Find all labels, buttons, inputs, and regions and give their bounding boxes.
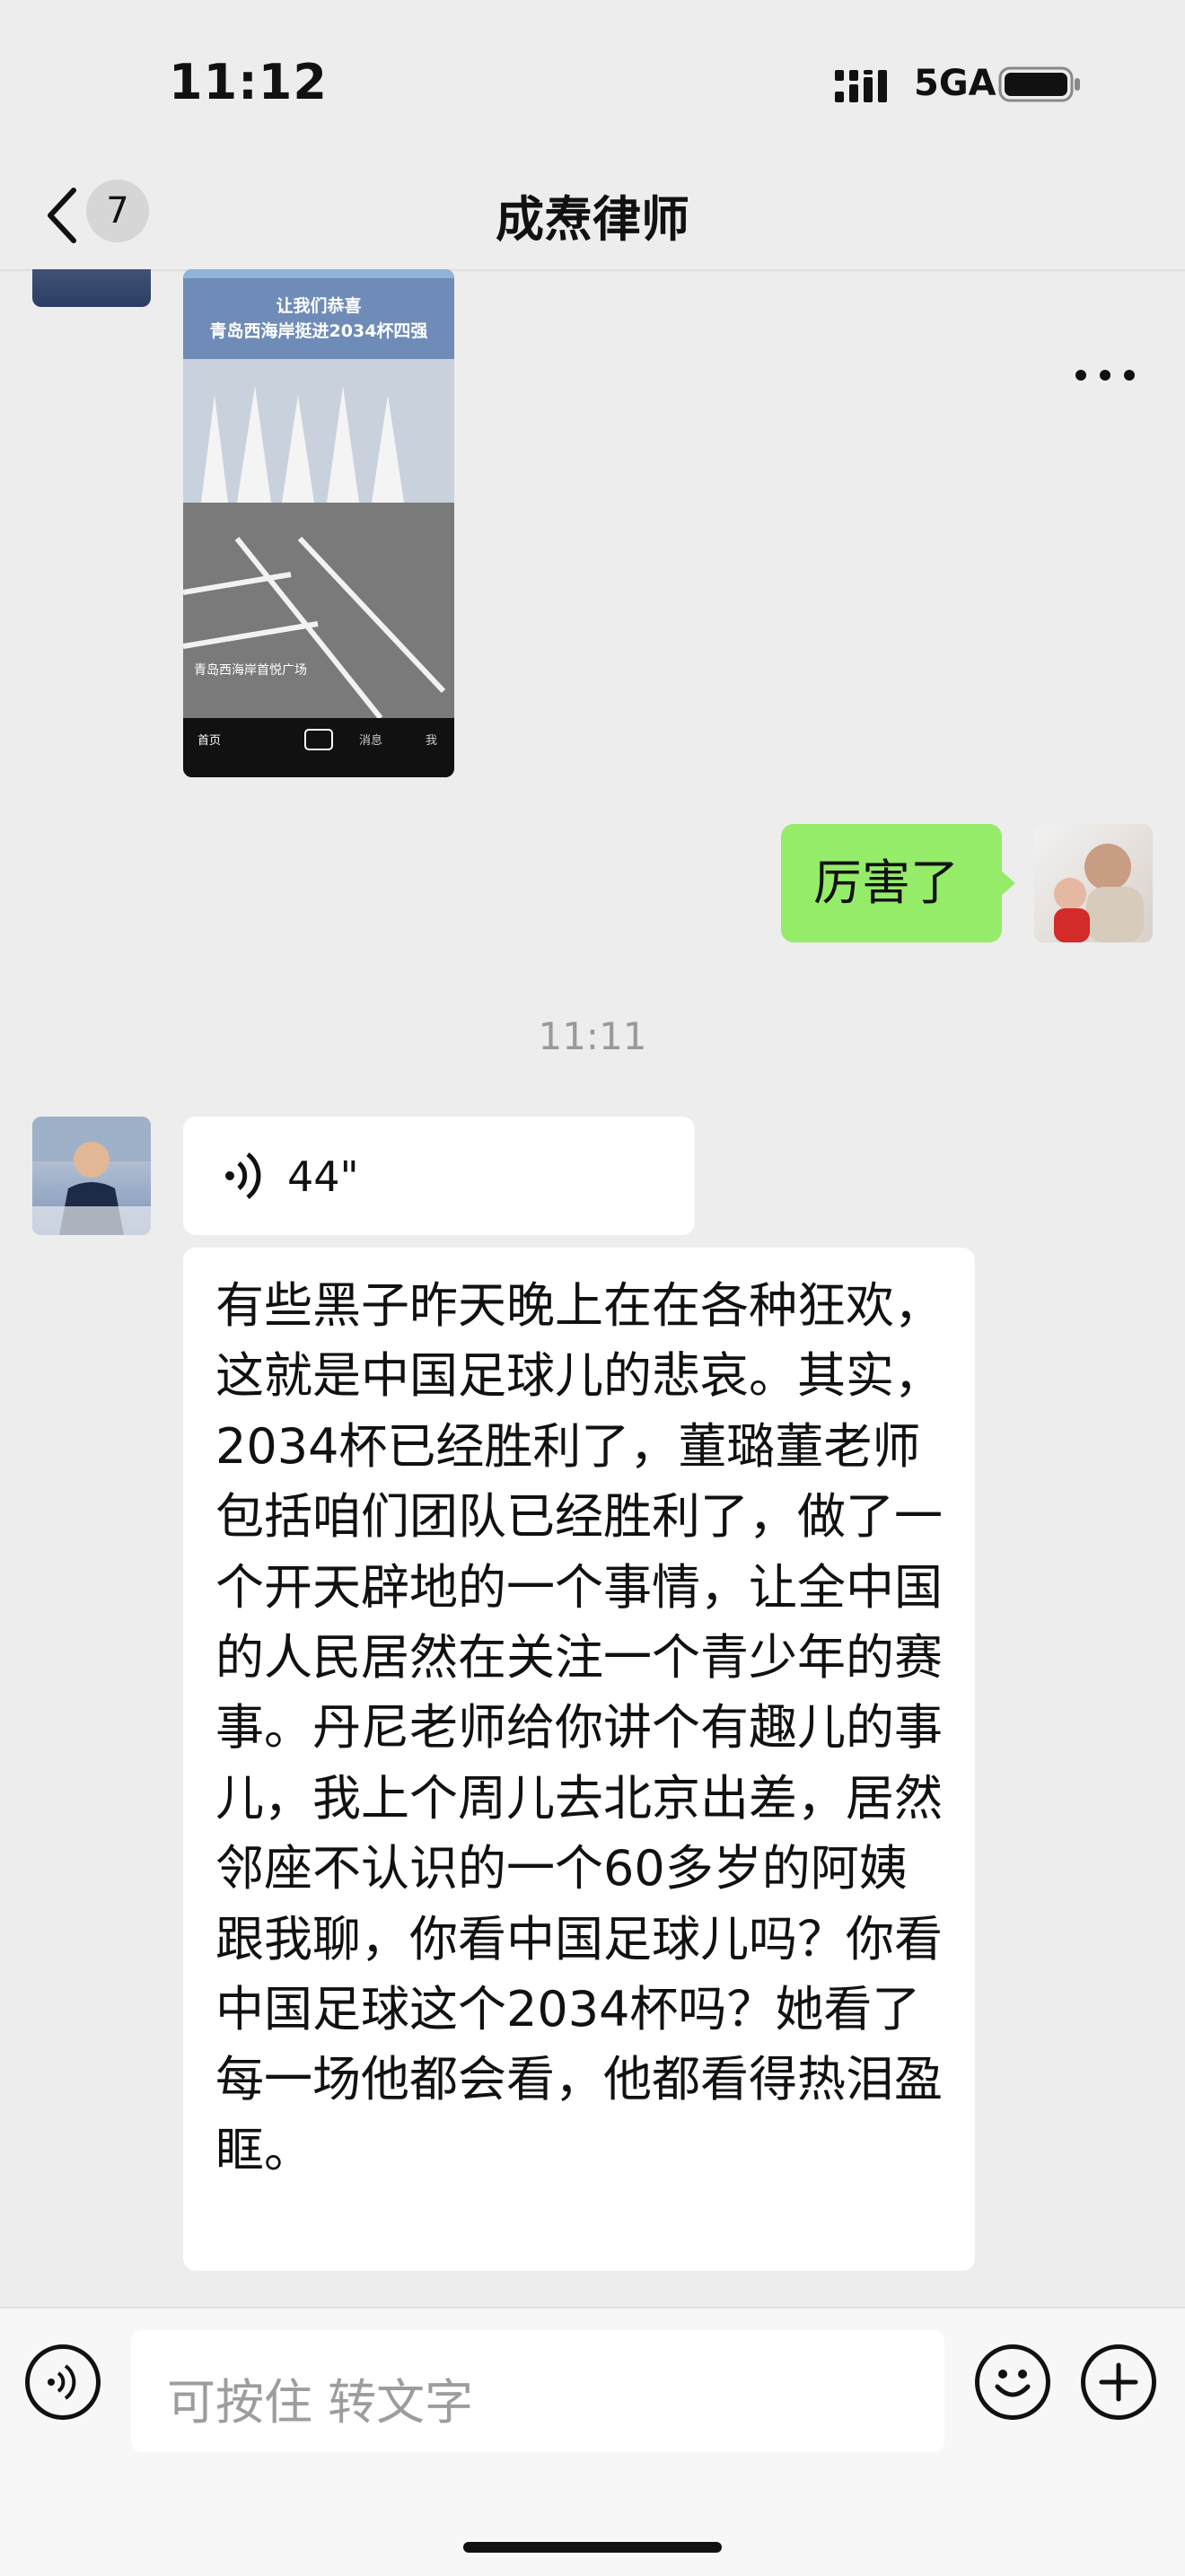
my-message-text: 厉害了	[813, 854, 959, 911]
shared-image-thumbnail	[183, 269, 454, 777]
emoji-icon	[995, 2370, 1031, 2397]
chat-input-bar: 可按住 转文字	[0, 2307, 1185, 2576]
chat-title: 成焘律师	[496, 191, 689, 248]
my-bubble-tail	[1001, 871, 1015, 896]
image-message[interactable]: 让我们恭喜 青岛西海岸挺进2034杯四强 青岛西海岸首悦广场 首页 消息 我	[183, 269, 454, 777]
message-timestamp: 11:11	[538, 1014, 647, 1058]
voice-mode-icon	[48, 2364, 76, 2400]
emoji-button[interactable]	[975, 2344, 1050, 2420]
image-location-text: 青岛西海岸首悦广场	[194, 663, 307, 678]
voice-duration: 44"	[287, 1152, 359, 1201]
status-bar: 11:12 5GA	[0, 0, 1185, 162]
message-input[interactable]: 可按住 转文字	[131, 2330, 944, 2452]
plus-icon	[1099, 2362, 1138, 2402]
image-banner-line1: 让我们恭喜	[276, 296, 362, 316]
my-message-bubble[interactable]: 厉害了	[781, 824, 1002, 942]
my-avatar[interactable]	[1034, 824, 1153, 942]
image-tab-me: 我	[426, 734, 438, 748]
message-list[interactable]: 让我们恭喜 青岛西海岸挺进2034杯四强 青岛西海岸首悦广场 首页 消息 我 厉…	[0, 269, 1185, 2307]
contact-avatar[interactable]	[32, 269, 151, 307]
profile-photo-icon	[1054, 844, 1144, 942]
battery-icon	[998, 66, 1080, 102]
network-type: 5GA	[914, 63, 996, 104]
status-time: 11:12	[169, 54, 328, 110]
voice-transcript-text: 有些黑子昨天晚上在在各种狂欢，这就是中国足球儿的悲哀。其实，2034杯已经胜利了…	[215, 1277, 943, 2178]
voice-input-button[interactable]	[25, 2344, 101, 2420]
home-indicator	[463, 2542, 722, 2553]
voice-transcript-bubble[interactable]: 有些黑子昨天晚上在在各种狂欢，这就是中国足球儿的悲哀。其实，2034杯已经胜利了…	[183, 1248, 975, 2271]
message-input-placeholder: 可按住 转文字	[167, 2374, 474, 2431]
voice-wave-icon	[225, 1152, 261, 1199]
image-banner-line2: 青岛西海岸挺进2034杯四强	[209, 321, 428, 341]
contact-photo-icon	[32, 1117, 151, 1235]
image-tab-home: 首页	[198, 734, 222, 748]
contact-avatar[interactable]	[32, 1117, 151, 1235]
voice-message-bubble[interactable]: 44"	[183, 1117, 695, 1235]
image-tab-messages: 消息	[359, 734, 383, 748]
add-button[interactable]	[1081, 2344, 1156, 2420]
